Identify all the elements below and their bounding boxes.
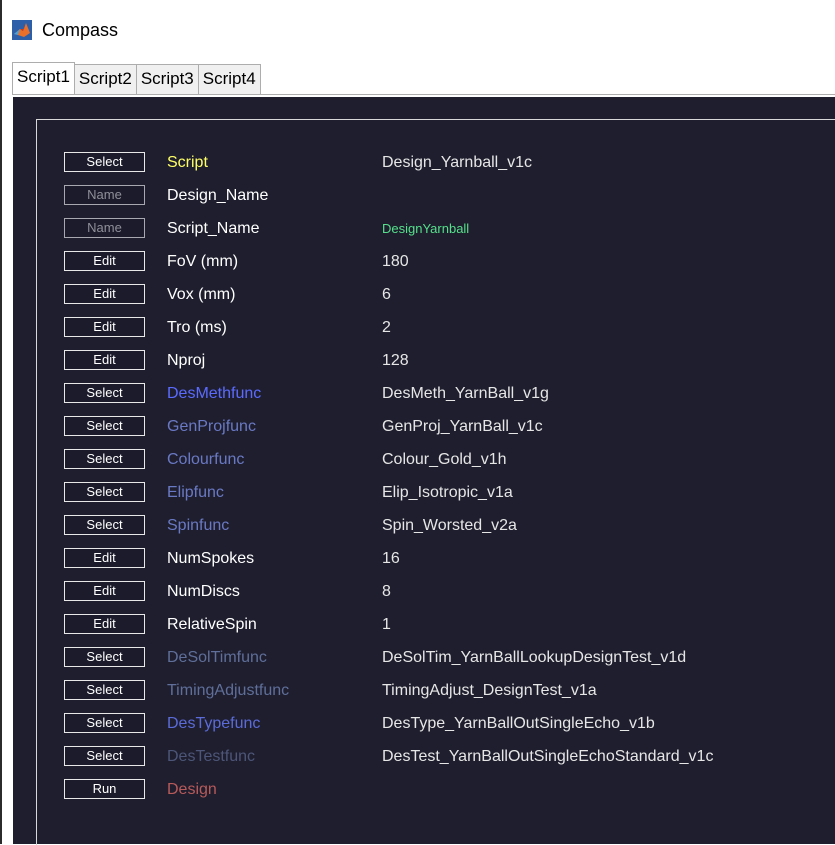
parameter-label: TimingAdjustfunc <box>167 682 290 699</box>
tab-bar: Script1 Script2 Script3 Script4 <box>12 62 261 95</box>
select-button[interactable]: Select <box>64 680 145 700</box>
parameter-value: 2 <box>382 319 391 336</box>
select-button[interactable]: Select <box>64 383 145 403</box>
parameter-value: 1 <box>382 616 391 633</box>
parameter-value: Colour_Gold_v1h <box>382 451 507 468</box>
parameter-row: Edit Vox (mm) 6 <box>37 283 835 309</box>
window-left-edge <box>0 0 2 844</box>
select-button[interactable]: Select <box>64 482 145 502</box>
parameter-row: Edit FoV (mm) 180 <box>37 250 835 276</box>
parameter-row: Select GenProjfunc GenProj_YarnBall_v1c <box>37 415 835 441</box>
parameter-label: Nproj <box>167 352 206 369</box>
select-button[interactable]: Select <box>64 515 145 535</box>
parameter-row: Select DesTypefunc DesType_YarnBallOutSi… <box>37 712 835 738</box>
select-button[interactable]: Select <box>64 416 145 436</box>
parameter-label: Script_Name <box>167 220 260 237</box>
run-button[interactable]: Run <box>64 779 145 799</box>
parameter-value: 6 <box>382 286 391 303</box>
design-panel: Select Script Design_Yarnball_v1c Name D… <box>36 119 835 845</box>
parameter-label: Script <box>167 154 208 171</box>
parameter-label: DesMethfunc <box>167 385 262 402</box>
parameter-value: Design_Yarnball_v1c <box>382 154 533 171</box>
parameter-label: NumDiscs <box>167 583 240 600</box>
parameter-row: Edit NumSpokes 16 <box>37 547 835 573</box>
edit-button[interactable]: Edit <box>64 251 145 271</box>
parameter-value: Spin_Worsted_v2a <box>382 517 517 534</box>
select-button[interactable]: Select <box>64 746 145 766</box>
parameter-value: DesTest_YarnBallOutSingleEchoStandard_v1… <box>382 748 714 765</box>
parameter-value: 8 <box>382 583 391 600</box>
name-button[interactable]: Name <box>64 218 145 238</box>
select-button[interactable]: Select <box>64 449 145 469</box>
parameter-value: GenProj_YarnBall_v1c <box>382 418 543 435</box>
parameter-label: Tro (ms) <box>167 319 227 336</box>
parameter-value: 16 <box>382 550 400 567</box>
parameter-row: Edit Tro (ms) 2 <box>37 316 835 342</box>
parameter-value: TimingAdjust_DesignTest_v1a <box>382 682 597 699</box>
select-button[interactable]: Select <box>64 647 145 667</box>
parameter-label: FoV (mm) <box>167 253 239 270</box>
select-button[interactable]: Select <box>64 713 145 733</box>
tab-script2[interactable]: Script2 <box>73 64 137 95</box>
select-button[interactable]: Select <box>64 152 145 172</box>
parameter-row: Name Script_Name DesignYarnball <box>37 217 835 243</box>
parameter-row: Select DesMethfunc DesMeth_YarnBall_v1g <box>37 382 835 408</box>
edit-button[interactable]: Edit <box>64 614 145 634</box>
edit-button[interactable]: Edit <box>64 581 145 601</box>
parameter-row: Run Design <box>37 778 835 804</box>
tab-script1[interactable]: Script1 <box>12 62 75 95</box>
parameter-row: Select DesTestfunc DesTest_YarnBallOutSi… <box>37 745 835 771</box>
parameter-row: Select Elipfunc Elip_Isotropic_v1a <box>37 481 835 507</box>
tab-script4[interactable]: Script4 <box>197 64 261 95</box>
parameter-label: GenProjfunc <box>167 418 256 435</box>
parameter-value: 128 <box>382 352 409 369</box>
parameter-label: RelativeSpin <box>167 616 257 633</box>
edit-button[interactable]: Edit <box>64 317 145 337</box>
parameter-label: Vox (mm) <box>167 286 236 303</box>
parameter-label: DeSolTimfunc <box>167 649 267 666</box>
parameter-value: 180 <box>382 253 409 270</box>
script1-tab-content: Select Script Design_Yarnball_v1c Name D… <box>13 97 835 845</box>
edit-button[interactable]: Edit <box>64 350 145 370</box>
tab-script3[interactable]: Script3 <box>135 64 199 95</box>
parameter-value: Elip_Isotropic_v1a <box>382 484 513 501</box>
edit-button[interactable]: Edit <box>64 548 145 568</box>
name-button[interactable]: Name <box>64 185 145 205</box>
parameter-label: Elipfunc <box>167 484 224 501</box>
matlab-icon <box>12 20 32 40</box>
parameter-value: DesType_YarnBallOutSingleEcho_v1b <box>382 715 655 732</box>
parameter-label: DesTestfunc <box>167 748 256 765</box>
parameter-row: Select Colourfunc Colour_Gold_v1h <box>37 448 835 474</box>
parameter-value: DesMeth_YarnBall_v1g <box>382 385 549 402</box>
parameter-row: Name Design_Name <box>37 184 835 210</box>
parameter-row: Select TimingAdjustfunc TimingAdjust_Des… <box>37 679 835 705</box>
parameter-row: Edit NumDiscs 8 <box>37 580 835 606</box>
parameter-row: Select Script Design_Yarnball_v1c <box>37 151 835 177</box>
title-bar: Compass <box>12 16 118 44</box>
parameter-label: DesTypefunc <box>167 715 261 732</box>
parameter-label: Colourfunc <box>167 451 245 468</box>
parameter-value: DeSolTim_YarnBallLookupDesignTest_v1d <box>382 649 687 666</box>
parameter-row: Edit Nproj 128 <box>37 349 835 375</box>
parameter-row: Select Spinfunc Spin_Worsted_v2a <box>37 514 835 540</box>
parameter-value: DesignYarnball <box>382 221 470 236</box>
parameter-label: Design <box>167 781 217 798</box>
parameter-label: NumSpokes <box>167 550 255 567</box>
parameter-label: Design_Name <box>167 187 269 204</box>
parameter-row: Edit RelativeSpin 1 <box>37 613 835 639</box>
parameter-row: Select DeSolTimfunc DeSolTim_YarnBallLoo… <box>37 646 835 672</box>
window-title: Compass <box>42 19 119 40</box>
parameter-label: Spinfunc <box>167 517 230 534</box>
tab-strip-border <box>12 94 835 95</box>
edit-button[interactable]: Edit <box>64 284 145 304</box>
